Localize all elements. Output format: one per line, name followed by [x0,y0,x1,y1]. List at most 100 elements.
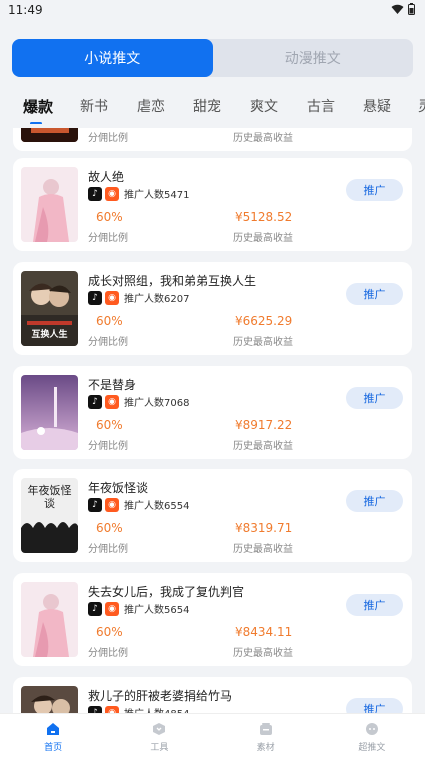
commission-label: 分佣比例 [88,648,128,659]
tab-home[interactable]: 首页 [0,714,106,757]
status-time: 11:49 [8,3,43,17]
category-thrill[interactable]: 爽文 [250,96,278,116]
commission-label: 分佣比例 [88,544,128,555]
book-title: 失去女儿后，我成了复仇判官 [88,585,245,599]
book-cover [21,128,78,142]
earnings-label: 历史最高收益 [233,648,293,659]
book-card[interactable]: 故人绝 ♪ ◉ 推广人数5471 60% 分佣比例 ¥5128.52 历史最高收… [13,158,412,251]
earnings-label: 历史最高收益 [233,544,293,555]
commission-label: 分佣比例 [88,233,128,244]
cover-title: 互换人生 [31,330,68,340]
promoter-count: 推广人数5471 [124,190,190,201]
tab-materials[interactable]: 素材 [213,714,319,757]
douyin-icon: ♪ [88,394,102,409]
commission-label: 分佣比例 [88,337,128,348]
tab-super-promo[interactable]: 超推文 [319,714,425,757]
tab-label: 素材 [256,743,275,753]
category-ancient[interactable]: 古言 [307,96,335,116]
promote-button[interactable]: 推广 [346,698,403,713]
book-title: 年夜饭怪谈 [88,481,149,495]
kuaishou-icon: ◉ [105,601,119,616]
promote-button[interactable]: 推广 [346,490,403,512]
wifi-icon [391,4,404,14]
platform-row: ♪ ◉ 推广人数5654 [88,601,189,616]
category-indicator [30,122,42,124]
kuaishou-icon: ◉ [105,290,119,305]
category-mystery[interactable]: 悬疑 [363,96,391,116]
platform-row: ♪ ◉ 推广人数4854 [88,705,189,713]
book-card[interactable]: 分佣比例 历史最高收益 [13,128,412,151]
kuaishou-icon: ◉ [105,705,119,713]
commission-rate: 60% [96,418,123,432]
platform-row: ♪ ◉ 推广人数6207 [88,290,189,305]
book-cover [21,686,78,713]
promoter-count: 推广人数6207 [124,294,190,305]
book-card[interactable]: 救儿子的肝被老婆捐给竹马 ♪ ◉ 推广人数4854 推广 [13,677,412,713]
commission-rate: 60% [96,625,123,639]
content-type-switch: 小说推文 动漫推文 [12,39,413,77]
category-hot[interactable]: 爆款 [23,96,53,117]
home-icon [47,723,60,735]
status-bar: 11:49 [0,0,425,22]
promote-button[interactable]: 推广 [346,594,403,616]
book-title: 救儿子的肝被老婆捐给竹马 [88,689,233,703]
douyin-icon: ♪ [88,601,102,616]
tab-label: 工具 [150,743,169,753]
commission-label: 分佣比例 [88,133,128,144]
max-earnings: ¥8434.11 [235,625,293,639]
category-angst[interactable]: 虐恋 [137,96,165,116]
promoter-count: 推广人数6554 [124,501,190,512]
battery-icon [408,3,415,15]
bottom-tab-bar: 首页 工具 素材 超推文 [0,713,425,757]
douyin-icon: ♪ [88,705,102,713]
commission-rate: 60% [96,314,123,328]
category-sweet[interactable]: 甜宠 [193,96,221,116]
promote-button[interactable]: 推广 [346,387,403,409]
tab-novel-promo[interactable]: 小说推文 [12,39,213,77]
tools-icon [153,723,166,735]
category-new[interactable]: 新书 [80,96,108,116]
promoter-count: 推广人数7068 [124,398,190,409]
book-card[interactable]: 不是替身 ♪ ◉ 推广人数7068 60% 分佣比例 ¥8917.22 历史最高… [13,366,412,459]
douyin-icon: ♪ [88,186,102,201]
book-cover [21,582,78,657]
book-cover [21,375,78,450]
kuaishou-icon: ◉ [105,186,119,201]
tab-tools[interactable]: 工具 [106,714,212,757]
tab-anime-promo[interactable]: 动漫推文 [213,39,414,77]
promoter-count: 推广人数5654 [124,605,190,616]
book-cover: 互换人生 [21,271,78,346]
commission-rate: 60% [96,210,123,224]
commission-rate: 60% [96,521,123,535]
earnings-label: 历史最高收益 [233,233,293,244]
book-cover [21,167,78,242]
earnings-label: 历史最高收益 [233,337,293,348]
materials-icon [259,723,272,735]
kuaishou-icon: ◉ [105,394,119,409]
category-tabs: 爆款 新书 虐恋 甜宠 爽文 古言 悬疑 灵 [0,92,425,124]
earnings-label: 历史最高收益 [233,441,293,452]
promote-button[interactable]: 推广 [346,179,403,201]
book-title: 成长对照组，我和弟弟互换人生 [88,274,257,288]
commission-label: 分佣比例 [88,441,128,452]
book-cover: 年夜饭怪谈 [21,478,78,553]
max-earnings: ¥5128.52 [235,210,293,224]
book-card[interactable]: 失去女儿后，我成了复仇判官 ♪ ◉ 推广人数5654 60% 分佣比例 ¥843… [13,573,412,666]
earnings-label: 历史最高收益 [233,133,293,144]
book-list[interactable]: 分佣比例 历史最高收益 故人绝 ♪ ◉ 推广人数5471 60% 分佣比例 ¥5… [0,128,425,713]
tab-label: 超推文 [358,743,386,753]
promote-button[interactable]: 推广 [346,283,403,305]
status-icons [391,3,415,15]
platform-row: ♪ ◉ 推广人数7068 [88,394,189,409]
book-title: 故人绝 [88,170,125,184]
category-more[interactable]: 灵 [418,96,425,116]
tab-label: 首页 [44,743,63,753]
douyin-icon: ♪ [88,497,102,512]
book-card[interactable]: 互换人生 成长对照组，我和弟弟互换人生 ♪ ◉ 推广人数6207 60% 分佣比… [13,262,412,355]
max-earnings: ¥6625.29 [235,314,293,328]
max-earnings: ¥8319.71 [235,521,293,535]
douyin-icon: ♪ [88,290,102,305]
promoter-count: 推广人数4854 [124,705,189,713]
book-card[interactable]: 年夜饭怪谈 年夜饭怪谈 ♪ ◉ 推广人数6554 60% 分佣比例 ¥8319.… [13,469,412,562]
cover-title: 年夜饭怪谈 [27,484,72,510]
